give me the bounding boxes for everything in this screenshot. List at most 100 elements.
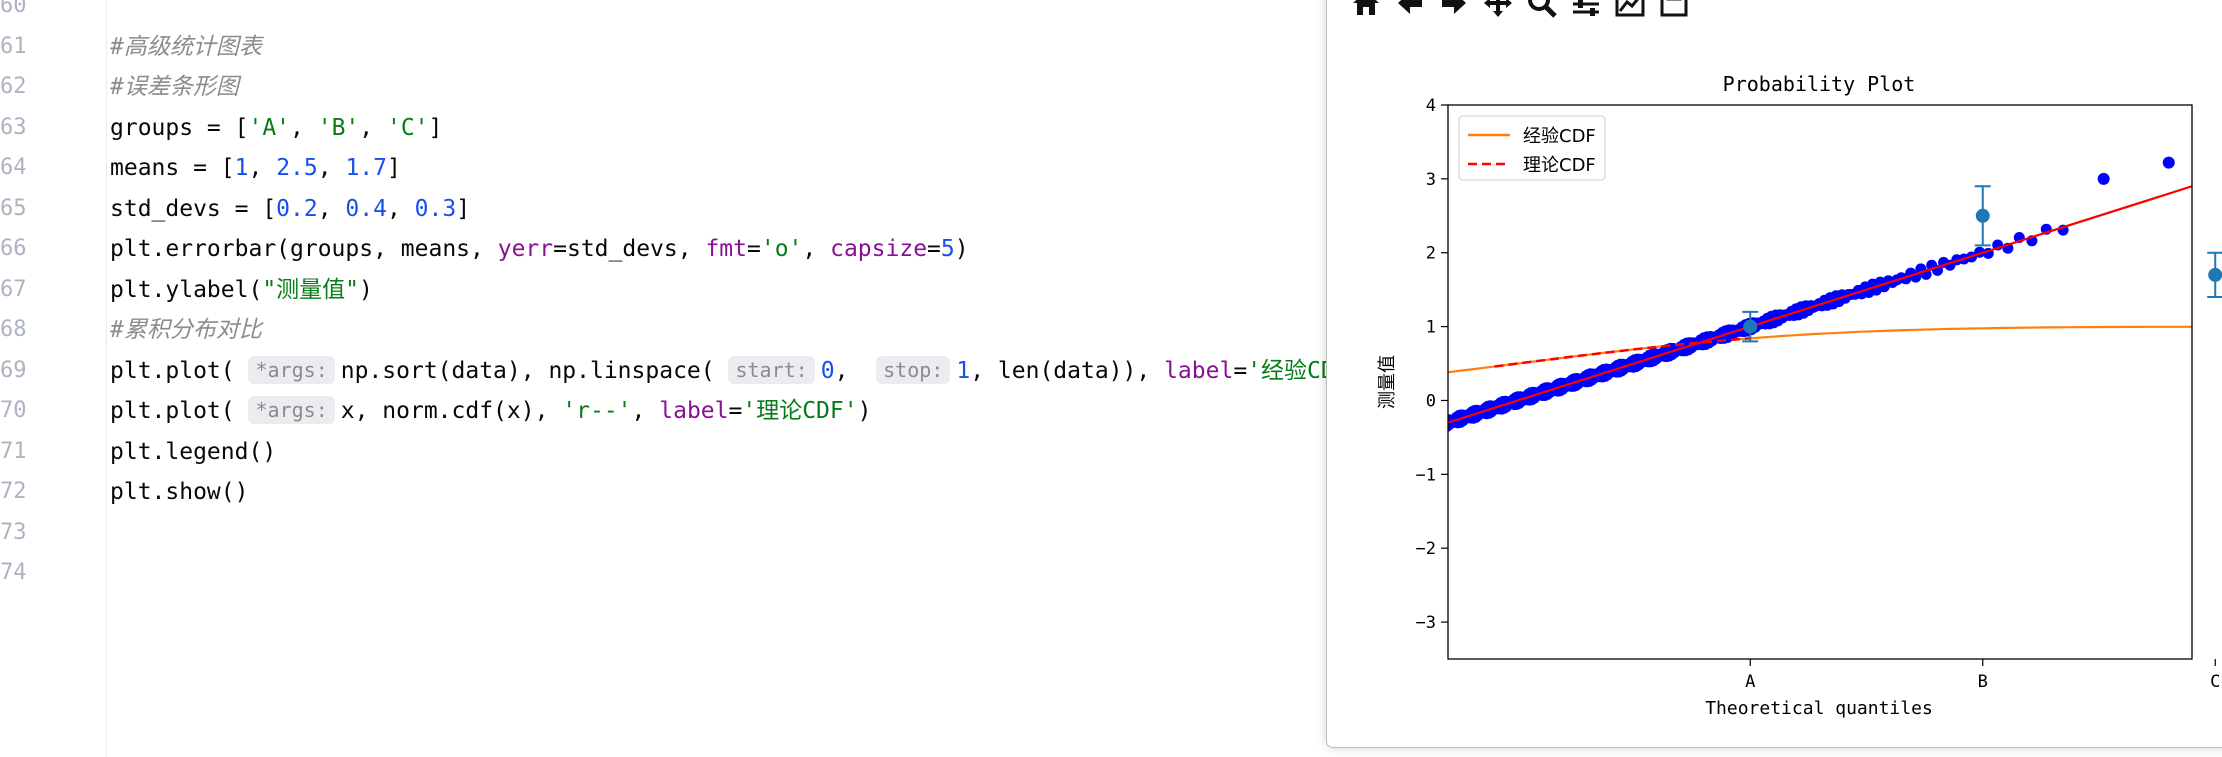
code-line[interactable]: plt.show() (110, 472, 248, 512)
code-token: label (659, 398, 729, 424)
code-line[interactable]: std_devs = [0.2, 0.4, 0.3] (110, 189, 470, 229)
code-token: =std_devs, (553, 236, 706, 262)
sample-point (1327, 458, 1336, 469)
line-number: 72 (0, 479, 27, 504)
code-token: "测量值" (262, 276, 360, 303)
sample-point (1328, 456, 1339, 467)
code-token: 'r--' (562, 398, 632, 424)
sample-point (1339, 453, 1350, 464)
sample-point (1369, 441, 1380, 452)
y-axis-label: 测量值 (1377, 355, 1398, 409)
code-token: ] (456, 195, 471, 222)
code-token: 0 (820, 357, 835, 384)
code-line[interactable]: plt.plot( *args: np.sort(data), np.linspa… (110, 351, 1376, 391)
y-tick-label: −1 (1416, 465, 1436, 485)
code-token: plt.errorbar(groups, means, (110, 236, 498, 262)
sample-point (1345, 451, 1356, 462)
line-number: 62 (0, 74, 27, 99)
code-token: groups = [ (110, 114, 249, 141)
line-number: 65 (0, 195, 27, 221)
legend-ecdf-label: 经验CDF (1523, 126, 1596, 147)
code-token: = (728, 398, 743, 424)
code-token: 0.3 (414, 195, 457, 222)
code-line[interactable]: plt.ylabel("测量值") (110, 270, 373, 310)
sample-point (1327, 451, 1335, 462)
sample-point (1333, 452, 1344, 463)
code-token: plt.plot( (110, 398, 249, 424)
legend-theoretical-cdf-label: 理论CDF (1523, 155, 1596, 176)
code-line[interactable]: plt.legend() (110, 432, 276, 472)
sample-point (1327, 459, 1333, 470)
code-token: plt.plot( (110, 357, 249, 384)
legend: 经验CDF 理论CDF (1458, 115, 1606, 181)
line-number: 63 (0, 114, 27, 140)
sample-point (1433, 420, 1444, 431)
code-token: 'o' (760, 236, 803, 262)
code-line[interactable]: means = [1, 2.5, 1.7] (110, 148, 401, 188)
code-token: 0.2 (276, 195, 318, 222)
sample-point (1356, 448, 1367, 459)
errorbar-mean-point (1743, 319, 1758, 334)
code-line[interactable]: #高级统计图表 (110, 27, 262, 67)
code-token: 2.5 (276, 155, 318, 181)
sample-point (1434, 421, 1445, 432)
sample-point (1350, 446, 1361, 457)
y-tick-label: 4 (1426, 96, 1436, 116)
sample-point (1338, 447, 1349, 458)
code-token: 1.7 (345, 155, 387, 181)
code-token: plt.legend() (110, 438, 277, 465)
code-token: 1 (234, 155, 249, 181)
code-editor[interactable]: 60 61 62 63 64 65 66 67 68 69 70 71 72 73 74 #高级统计图表 #误… (0, 0, 1376, 757)
code-token: ) (857, 398, 872, 424)
code-token: np.sort(data), np.linspace( (340, 357, 729, 384)
sample-point (1391, 430, 1402, 441)
line-number: 66 (0, 236, 27, 261)
sample-point (1367, 442, 1378, 453)
sample-point (1351, 446, 1362, 457)
sample-point (1362, 446, 1373, 457)
sample-point (1403, 429, 1414, 440)
sample-point (1327, 453, 1331, 464)
sample-point (1388, 433, 1399, 444)
code-token: = (747, 236, 761, 262)
sample-point (1414, 428, 1425, 439)
code-line[interactable]: #累积分布对比 (110, 310, 262, 350)
code-token: , (290, 114, 318, 141)
code-line[interactable]: plt.errorbar(groups, means, yerr=std_dev… (110, 229, 969, 269)
figure-window[interactable]: −3 −2 −1 0 1 2 3 4 A B C Probability Plot Theoret… (1326, 0, 2222, 748)
parameter-hint: stop: (876, 355, 951, 384)
code-token: , (834, 357, 877, 384)
sample-point (1376, 435, 1387, 446)
sample-point (1399, 429, 1410, 440)
code-token: yerr (497, 236, 554, 262)
sample-point (1336, 453, 1347, 464)
sample-point (1366, 440, 1377, 451)
sample-point (1421, 427, 1432, 438)
ecdf-line (1448, 325, 2192, 374)
sample-point (1406, 432, 1417, 443)
code-token: = (1233, 357, 1248, 384)
sample-point (2097, 172, 2110, 185)
code-token: , (386, 195, 415, 222)
sample-point (1435, 417, 1446, 428)
sample-point (1396, 429, 1407, 440)
y-tick-label: −3 (1416, 613, 1436, 633)
sample-point (1379, 434, 1390, 445)
code-token: , (317, 195, 346, 222)
line-number-gutter: 60 61 62 63 64 65 66 67 68 69 70 71 72 73 74 (0, 0, 107, 757)
code-token: ) (954, 236, 969, 262)
code-token: ] (428, 114, 443, 141)
sample-point (1330, 452, 1341, 463)
sample-point (1370, 439, 1381, 450)
sample-point (1395, 436, 1406, 447)
sample-point (1377, 442, 1388, 453)
sample-point (1335, 450, 1346, 461)
code-line[interactable]: #误差条形图 (110, 67, 239, 107)
code-line[interactable]: plt.plot( *args: x, norm.cdf(x), 'r--', l… (110, 391, 871, 431)
sample-point (1327, 451, 1338, 462)
sample-point (1393, 429, 1404, 440)
code-token: , len(data)), (970, 357, 1165, 384)
sample-point (1332, 453, 1343, 464)
code-line[interactable]: groups = ['A', 'B', 'C'] (110, 108, 442, 148)
sample-point (1410, 424, 1421, 435)
